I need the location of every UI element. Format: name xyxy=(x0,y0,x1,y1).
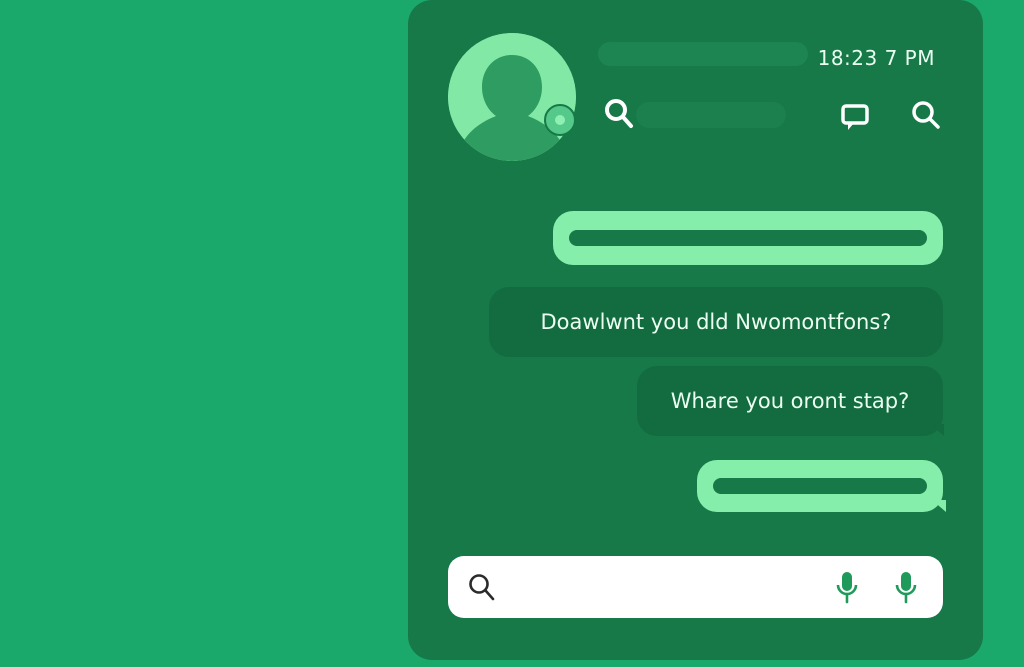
search-icon[interactable] xyxy=(911,100,941,130)
message-bubble-incoming[interactable]: Doawlwnt you dld Nwomontfons? xyxy=(489,287,943,357)
clock-time: 18:23 7 PM xyxy=(817,46,935,70)
message-bubble-redacted[interactable] xyxy=(697,460,943,512)
mic-icon[interactable] xyxy=(893,570,919,610)
message-input[interactable] xyxy=(512,570,816,606)
message-text: Whare you oront stap? xyxy=(670,389,910,413)
message-bubble-redacted[interactable] xyxy=(553,211,943,265)
search-icon[interactable] xyxy=(468,573,496,607)
bubble-tail xyxy=(932,500,946,512)
person-silhouette-icon xyxy=(448,33,576,161)
redacted-text-bar xyxy=(713,478,927,494)
message-composer[interactable] xyxy=(448,556,943,618)
search-icon[interactable] xyxy=(604,98,634,130)
contact-name-placeholder xyxy=(598,42,808,66)
bubble-tail xyxy=(930,424,944,436)
mic-icon[interactable] xyxy=(834,570,860,610)
message-text: Doawlwnt you dld Nwomontfons? xyxy=(540,310,892,334)
presence-indicator xyxy=(544,104,576,136)
contact-avatar[interactable] xyxy=(448,33,576,161)
message-bubble-outgoing[interactable]: Whare you oront stap? xyxy=(637,366,943,436)
redacted-text-bar xyxy=(569,230,927,246)
chat-panel: 18:23 7 PM Doawlwnt you dld Nwomontfons?… xyxy=(408,0,983,660)
chat-icon[interactable] xyxy=(840,102,870,132)
contact-status-placeholder xyxy=(636,102,786,128)
